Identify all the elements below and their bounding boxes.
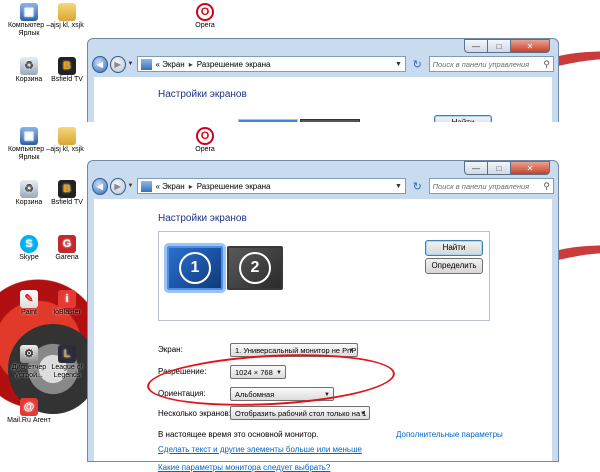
breadcrumb-separator[interactable]: ▸: [189, 60, 193, 69]
computer-icon: ▣: [20, 3, 38, 21]
caption-buttons: — □ ✕: [464, 39, 550, 53]
refresh-icon[interactable]: ↻: [410, 56, 425, 72]
desktop-icon-folder[interactable]: ajsj kl, xsjk: [38, 3, 96, 30]
search-placeholder: Поиск в панели управления: [432, 59, 530, 69]
desktop-icon-label: Opera: [195, 146, 215, 153]
close-button[interactable]: ✕: [510, 39, 550, 53]
desktop-icon-opera[interactable]: O Opera: [176, 127, 234, 154]
desktop-icon-label: League of Legends: [51, 364, 83, 379]
window-content: Настройки экранов Найти: [94, 77, 552, 124]
garena-icon: G: [58, 235, 76, 253]
opera-icon: O: [196, 127, 214, 145]
breadcrumb-lead: «: [155, 181, 160, 191]
window-content: Настройки экранов 1 2 Найти Определить Э…: [94, 199, 552, 472]
recycle-bin-icon: ♻: [20, 57, 38, 75]
monitor-2-number: 2: [239, 252, 271, 284]
bsfield-icon: B: [58, 57, 76, 75]
advanced-settings-link[interactable]: Дополнительные параметры: [396, 430, 503, 439]
breadcrumb-current[interactable]: Разрешение экрана: [197, 182, 271, 191]
opera-icon: O: [196, 3, 214, 21]
monitor-1-icon[interactable]: 1: [167, 246, 223, 290]
breadcrumb-root[interactable]: Экран: [162, 60, 185, 69]
desktop-icon-label: Opera: [195, 22, 215, 29]
desktop-icon-label: ajsj kl, xsjk: [50, 146, 84, 153]
identify-button[interactable]: Определить: [425, 258, 483, 274]
back-button[interactable]: ◀: [92, 177, 108, 195]
desktop-icon-folder[interactable]: ajsj kl, xsjk: [38, 127, 96, 154]
desktop-icon-label: Skype: [19, 254, 39, 261]
minimize-button[interactable]: —: [464, 39, 488, 53]
top-screenshot-panel: ▣ Компьютер – Ярлык ajsj kl, xsjk O Oper…: [0, 0, 600, 124]
page-title: Настройки экранов: [158, 89, 247, 100]
navigation-bar: ◀ ▶ ▼ « Экран ▸ Разрешение экрана ▼ ↻ По…: [92, 53, 554, 75]
breadcrumb-lead: «: [155, 59, 160, 69]
multiple-displays-label: Несколько экранов:: [158, 409, 232, 418]
forward-button[interactable]: ▶: [109, 55, 126, 73]
breadcrumb-root[interactable]: Экран: [162, 182, 185, 191]
which-settings-link[interactable]: Какие параметры монитора следует выбрать…: [158, 463, 330, 472]
search-icon[interactable]: ⚲: [543, 181, 550, 192]
breadcrumb-separator[interactable]: ▸: [189, 182, 193, 191]
control-panel-icon: [141, 180, 153, 192]
folder-icon: [58, 3, 76, 21]
address-bar[interactable]: « Экран ▸ Разрешение экрана ▼: [137, 178, 406, 194]
forward-button[interactable]: ▶: [109, 177, 126, 195]
address-dropdown-icon[interactable]: ▼: [395, 183, 402, 190]
minimize-button[interactable]: —: [464, 161, 488, 175]
maximize-button[interactable]: □: [487, 161, 511, 175]
ioblaster-icon: i: [58, 290, 76, 308]
breadcrumb-current[interactable]: Разрешение экрана: [197, 60, 271, 69]
control-panel-icon: [141, 58, 153, 70]
find-button[interactable]: Найти: [425, 240, 483, 256]
desktop-icon-label: Garena: [55, 254, 79, 261]
desktop-icon-mailru[interactable]: @ Mail.Ru Агент: [0, 398, 58, 425]
caption-buttons: — □ ✕: [464, 161, 550, 175]
recent-pages-dropdown[interactable]: ▼: [128, 61, 134, 67]
search-placeholder: Поиск в панели управления: [432, 181, 530, 191]
monitor-2-icon[interactable]: 2: [227, 246, 283, 290]
desktop-icon-label: ajsj kl, xsjk: [50, 22, 84, 29]
mailru-icon: @: [20, 398, 38, 416]
control-panel-window: — □ ✕ ◀ ▶ ▼ « Экран ▸ Разрешение экрана …: [87, 160, 559, 472]
multiple-displays-select[interactable]: Отобразить рабочий стол только на 1: [230, 406, 370, 420]
desktop-icon-opera[interactable]: O Opera: [176, 3, 234, 30]
display-label: Экран:: [158, 345, 183, 354]
computer-icon: ▣: [20, 127, 38, 145]
paint-icon: ✎: [20, 290, 38, 308]
refresh-icon[interactable]: ↻: [410, 178, 425, 194]
primary-monitor-note: В настоящее время это основной монитор.: [158, 430, 319, 439]
navigation-bar: ◀ ▶ ▼ « Экран ▸ Разрешение экрана ▼ ↻ По…: [92, 175, 554, 197]
close-button[interactable]: ✕: [510, 161, 550, 175]
monitor-1-number: 1: [179, 252, 211, 284]
page-title: Настройки экранов: [158, 213, 247, 224]
recent-pages-dropdown[interactable]: ▼: [128, 183, 134, 189]
league-icon: L: [58, 345, 76, 363]
device-manager-icon: ⚙: [20, 345, 38, 363]
desktop-icon-label: Bsfield TV: [51, 76, 83, 83]
control-panel-window: — □ ✕ ◀ ▶ ▼ « Экран ▸ Разрешение экрана …: [87, 38, 559, 124]
address-bar[interactable]: « Экран ▸ Разрешение экрана ▼: [137, 56, 406, 72]
search-input[interactable]: Поиск в панели управления ⚲: [428, 178, 554, 194]
recycle-bin-icon: ♻: [20, 180, 38, 198]
bsfield-icon: B: [58, 180, 76, 198]
desktop-icon-label: Bsfield TV: [51, 199, 83, 206]
skype-icon: S: [20, 235, 38, 253]
desktop-icon-label: Mail.Ru Агент: [7, 417, 51, 424]
monitor-arrangement: 1 2 Найти Определить: [158, 231, 490, 321]
maximize-button[interactable]: □: [487, 39, 511, 53]
folder-icon: [58, 127, 76, 145]
desktop-icon-label: IoBlaster: [53, 309, 81, 316]
desktop-icon-label: Paint: [21, 309, 37, 316]
search-input[interactable]: Поиск в панели управления ⚲: [428, 56, 554, 72]
back-button[interactable]: ◀: [92, 55, 108, 73]
address-dropdown-icon[interactable]: ▼: [395, 61, 402, 68]
search-icon[interactable]: ⚲: [543, 59, 550, 70]
